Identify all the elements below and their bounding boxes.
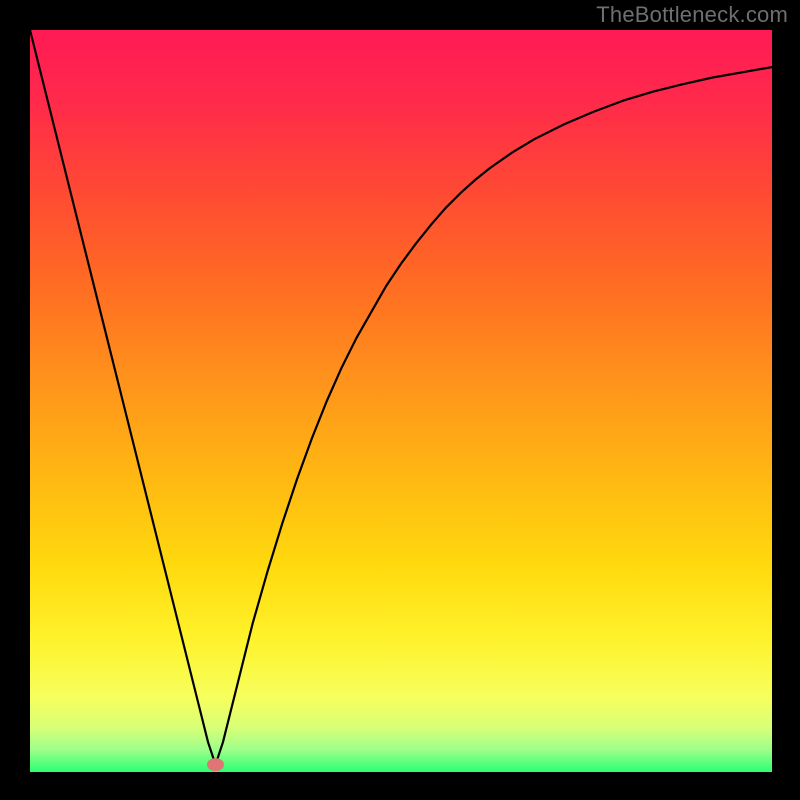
bottleneck-chart: [30, 30, 772, 772]
watermark-text: TheBottleneck.com: [596, 2, 788, 28]
optimal-point-marker: [208, 759, 224, 771]
heat-background: [30, 30, 772, 772]
chart-canvas-frame: TheBottleneck.com: [0, 0, 800, 800]
plot-area: [30, 30, 772, 772]
